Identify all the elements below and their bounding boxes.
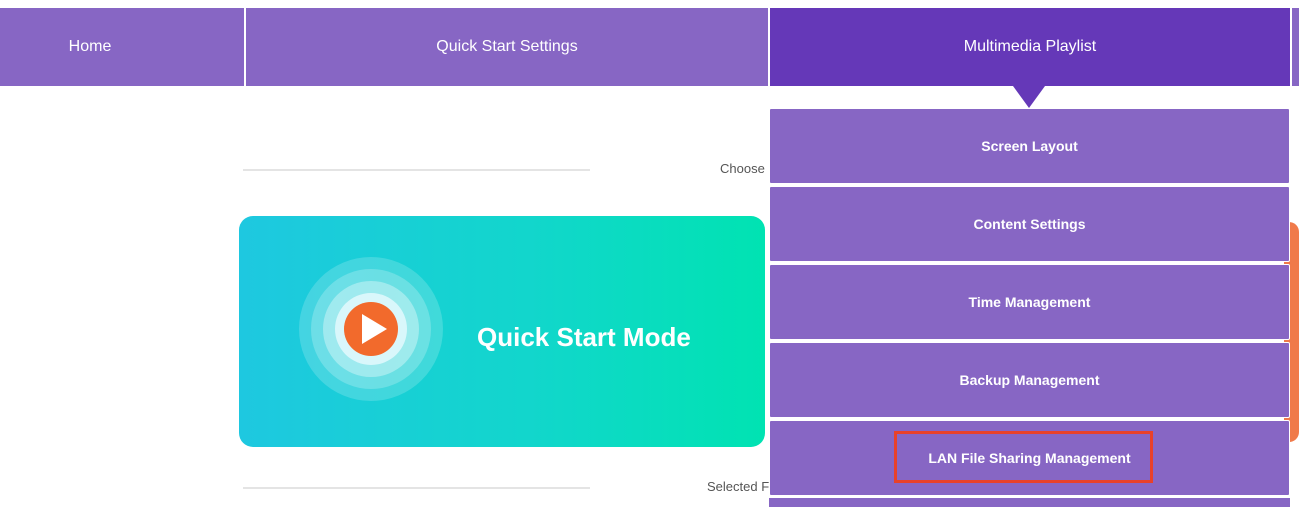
section-divider xyxy=(243,169,590,171)
menu-item-time-management[interactable]: Time Management xyxy=(769,264,1290,340)
menu-item-content-settings[interactable]: Content Settings xyxy=(769,186,1290,262)
quick-start-mode-card[interactable]: Quick Start Mode xyxy=(239,216,765,447)
menu-item-partial[interactable] xyxy=(769,498,1290,507)
dropdown-caret-icon xyxy=(1013,86,1045,108)
menu-item-backup-management[interactable]: Backup Management xyxy=(769,342,1290,418)
highlight-box xyxy=(894,431,1153,483)
nav-home[interactable]: Home xyxy=(0,8,180,86)
section-divider xyxy=(243,487,590,489)
choose-label: Choose xyxy=(720,161,765,176)
quick-start-mode-title: Quick Start Mode xyxy=(477,322,691,352)
menu-item-screen-layout[interactable]: Screen Layout xyxy=(769,108,1290,184)
nav-multimedia-playlist[interactable]: Multimedia Playlist xyxy=(770,8,1290,86)
top-nav-bar: Home Quick Start Settings Multimedia Pla… xyxy=(0,8,1299,86)
play-icon xyxy=(298,256,444,402)
nav-separator xyxy=(1290,8,1292,86)
nav-quick-start-settings[interactable]: Quick Start Settings xyxy=(246,8,768,86)
selected-label: Selected F xyxy=(707,479,770,494)
